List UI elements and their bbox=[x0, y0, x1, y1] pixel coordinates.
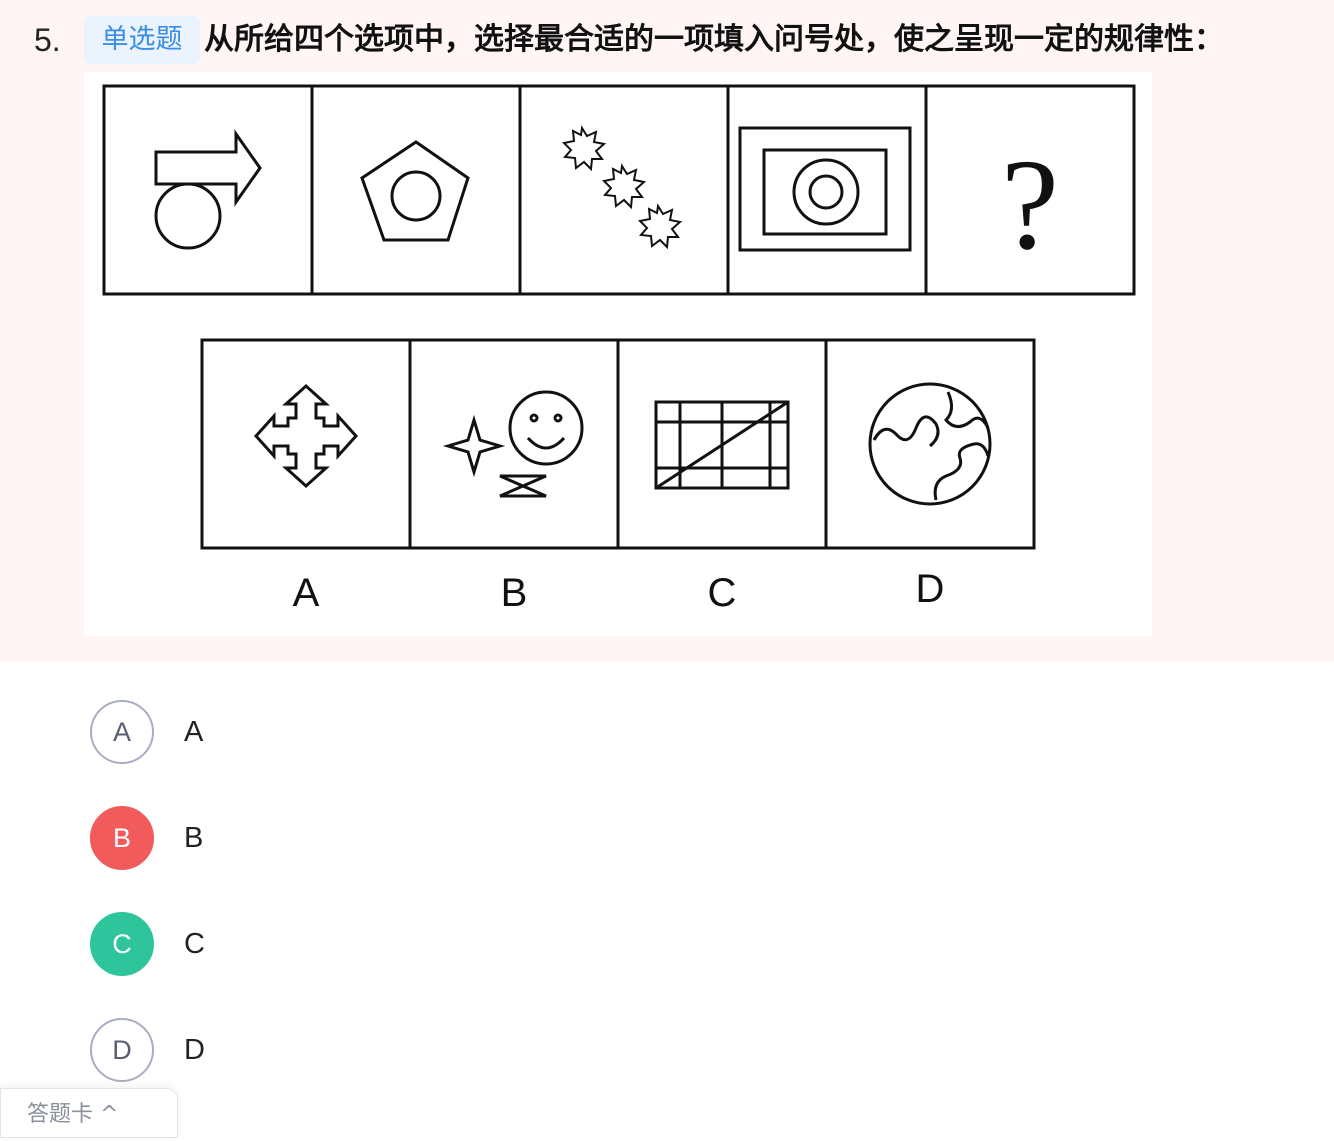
option-d-label: D bbox=[184, 1034, 205, 1066]
option-a-label: A bbox=[184, 716, 204, 748]
option-b[interactable]: B B bbox=[90, 806, 490, 874]
question-number: 5. bbox=[34, 22, 61, 58]
option-a-figure bbox=[253, 383, 359, 489]
option-a-circle[interactable]: A bbox=[90, 700, 154, 764]
option-b-figure bbox=[442, 390, 584, 498]
question-stem: 从所给四个选项中，选择最合适的一项填入问号处，使之呈现一定的规律性： bbox=[204, 22, 1224, 57]
figure-label-b: B bbox=[501, 571, 528, 615]
option-c-label: C bbox=[184, 928, 205, 960]
option-c-circle[interactable]: C bbox=[90, 912, 154, 976]
figure-label-d: D bbox=[916, 567, 945, 611]
sequence-frame bbox=[102, 84, 1136, 296]
nested-rect-circle-figure bbox=[738, 126, 912, 252]
pentagon-circle-figure bbox=[360, 140, 470, 242]
option-b-label: B bbox=[184, 822, 204, 854]
option-d[interactable]: D D bbox=[90, 1018, 490, 1086]
option-d-circle[interactable]: D bbox=[90, 1018, 154, 1082]
question-type-tag: 单选题 bbox=[84, 16, 200, 64]
question-figure: ? A B C D bbox=[84, 72, 1152, 636]
starbursts-figure bbox=[561, 125, 683, 250]
arrow-circle-figure bbox=[154, 129, 262, 250]
option-a[interactable]: A A bbox=[90, 700, 490, 768]
figure-label-a: A bbox=[293, 571, 320, 615]
question-mark: ? bbox=[1001, 133, 1059, 277]
answer-card-toggle[interactable]: 答题卡 ^ bbox=[0, 1088, 178, 1138]
figure-label-c: C bbox=[708, 571, 737, 615]
option-d-figure bbox=[868, 382, 992, 506]
question-area: 5. 单选题 从所给四个选项中，选择最合适的一项填入问号处，使之呈现一定的规律性… bbox=[0, 0, 1334, 662]
option-b-circle[interactable]: B bbox=[90, 806, 154, 870]
option-c-figure bbox=[654, 400, 790, 490]
option-c[interactable]: C C bbox=[90, 912, 490, 980]
figure-svg: ? A B C D bbox=[102, 84, 1136, 615]
